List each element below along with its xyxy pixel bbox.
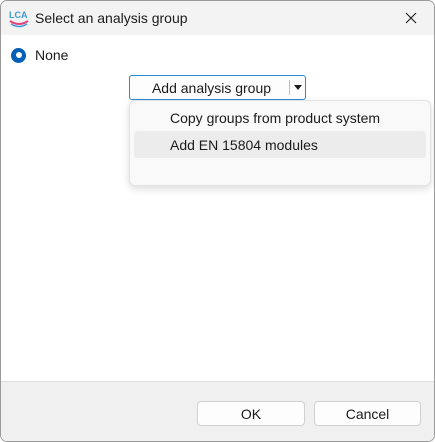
menu-item-copy-groups[interactable]: Copy groups from product system	[134, 104, 426, 131]
radio-selected-dot	[15, 52, 22, 58]
menu-item-add-en15804[interactable]: Add EN 15804 modules	[134, 131, 426, 158]
dialog-window: LCA Select an analysis group None Add an…	[0, 0, 435, 442]
title-bar: LCA Select an analysis group	[1, 1, 434, 35]
add-analysis-group-button[interactable]: Add analysis group	[130, 76, 289, 99]
app-icon-text: LCA	[9, 10, 28, 20]
cancel-button[interactable]: Cancel	[314, 401, 421, 426]
radio-none[interactable]	[11, 47, 26, 63]
dialog-title: Select an analysis group	[35, 10, 188, 26]
menu-item-label: Add EN 15804 modules	[170, 136, 318, 153]
ok-button[interactable]: OK	[197, 401, 305, 426]
caret-down-icon	[293, 85, 302, 90]
dialog-footer: OK Cancel	[1, 381, 434, 441]
radio-none-label: None	[35, 47, 69, 63]
dropdown-menu: Copy groups from product system Add EN 1…	[129, 100, 431, 186]
close-button[interactable]	[388, 1, 434, 35]
dropdown-toggle-button[interactable]	[290, 76, 305, 99]
radio-none-row[interactable]: None	[11, 46, 68, 64]
menu-item-label: Copy groups from product system	[170, 109, 381, 126]
close-icon	[405, 12, 417, 24]
openlca-icon: LCA	[9, 8, 29, 28]
add-analysis-group-split-button: Add analysis group	[129, 75, 306, 100]
dialog-content: None Add analysis group Copy groups from…	[1, 35, 434, 381]
